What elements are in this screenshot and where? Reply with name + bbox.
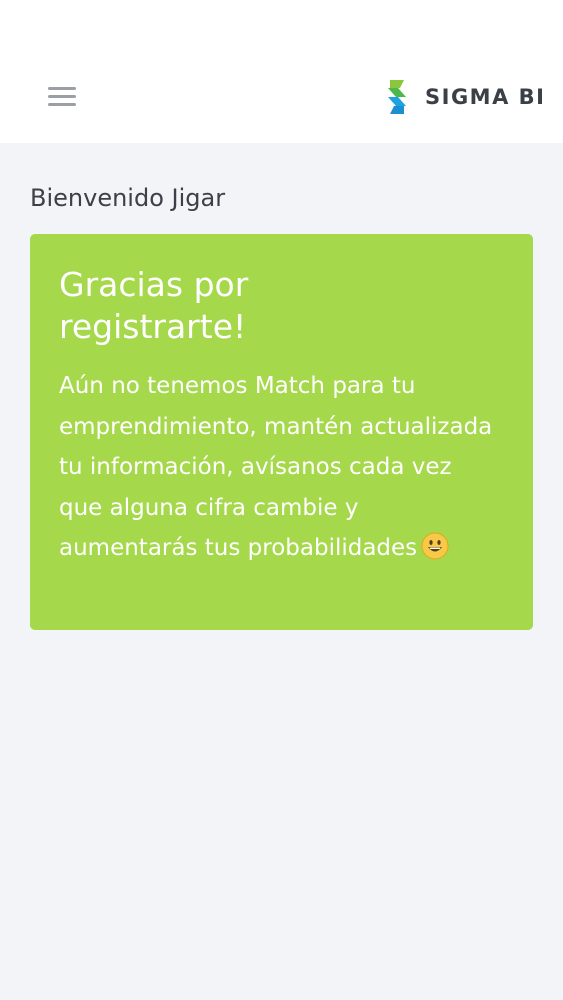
registration-card: Gracias por registrarte! Aún no tenemos … (30, 234, 533, 630)
hamburger-menu-icon[interactable] (48, 87, 76, 107)
welcome-heading: Bienvenido Jigar (30, 184, 226, 212)
brand-name: SIGMA BI (425, 85, 546, 109)
brand-logo[interactable]: SIGMA BI (386, 80, 545, 114)
menu-line (48, 87, 76, 90)
card-message: Aún no tenemos Match para tu emprendimie… (59, 366, 499, 569)
menu-line (48, 95, 76, 98)
top-bar: SIGMA BI (0, 0, 563, 143)
menu-line (48, 103, 76, 106)
card-title: Gracias por registrarte! (59, 265, 249, 346)
smiling-face-emoji-icon (421, 532, 449, 560)
sigma-bi-logo-icon (388, 80, 406, 114)
